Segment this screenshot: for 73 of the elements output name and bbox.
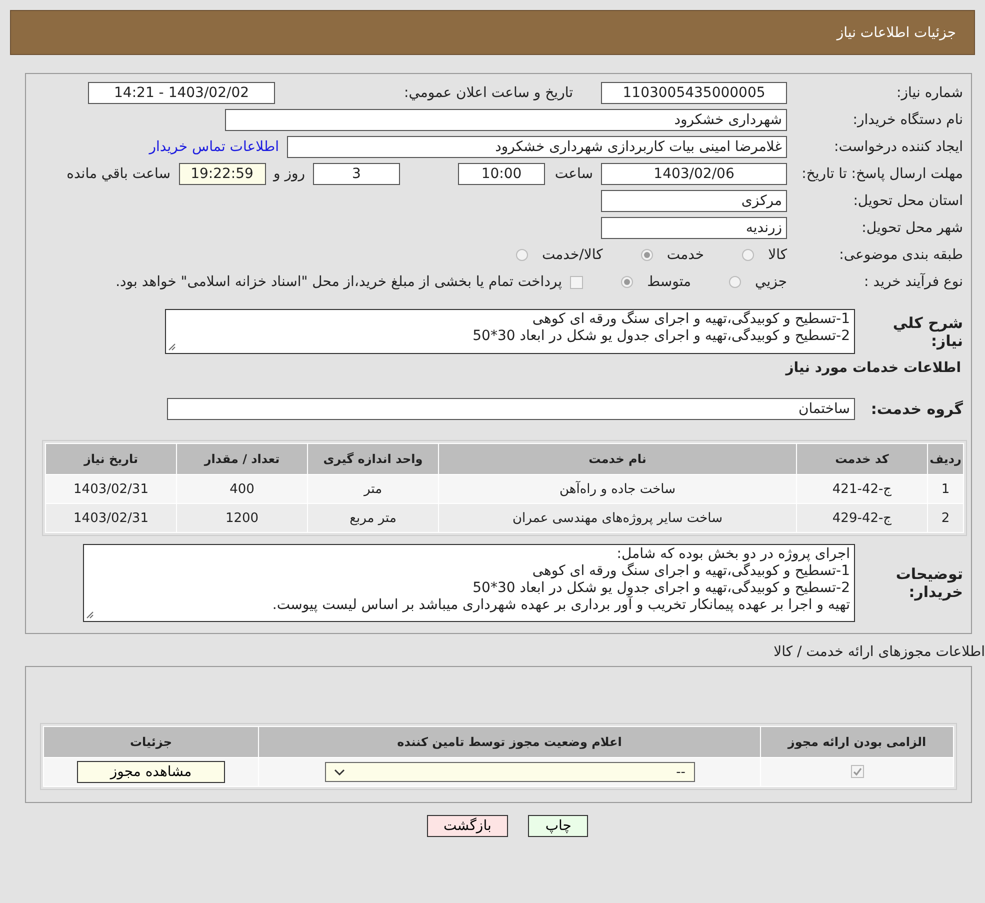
field-label: شرح کلي نياز: bbox=[892, 314, 964, 350]
radio-button[interactable] bbox=[516, 249, 528, 261]
table-cell: 1 bbox=[928, 474, 964, 504]
field-label: ایجاد کننده درخواست: bbox=[833, 139, 964, 155]
radio-button[interactable] bbox=[729, 276, 742, 288]
city-field: زرندیه bbox=[601, 217, 787, 239]
radio-label: کالا bbox=[768, 247, 787, 263]
field-label: گروه خدمت: bbox=[870, 400, 964, 418]
column-header: تعداد / مقدار bbox=[176, 444, 308, 474]
field-label: استان محل تحویل: bbox=[852, 193, 964, 209]
table-cell: متر مربع bbox=[308, 504, 438, 532]
remaining-time-field: 19:22:59 bbox=[178, 163, 266, 185]
field-label: تاریخ و ساعت اعلان عمومي: bbox=[403, 85, 573, 101]
field-label: نام دستگاه خریدار: bbox=[852, 112, 964, 128]
field-label: توضیحات خریدار: bbox=[894, 565, 964, 601]
checkbox-label: پرداخت تمام یا بخشی از مبلغ خرید،از محل "اسناد خزانه اسلامی" خواهد بود. bbox=[116, 274, 562, 290]
service-group-field: ساختمان bbox=[167, 398, 855, 420]
days-field: 3 bbox=[313, 163, 400, 185]
field-label: شماره نیاز: bbox=[896, 85, 964, 101]
view-permit-button[interactable]: مشاهده مجوز bbox=[77, 761, 225, 783]
radio-label: جزیي bbox=[755, 274, 787, 290]
field-label: مهلت ارسال پاسخ: تا تاریخ: bbox=[800, 166, 964, 182]
field-label: ساعت bbox=[554, 166, 593, 182]
table-cell: 400 bbox=[176, 474, 308, 504]
column-header: کد خدمت bbox=[796, 444, 928, 474]
deadline-time-field: 10:00 bbox=[458, 163, 545, 185]
requester-field: غلامرضا امینی بیات کاربردازی شهرداری خشکرود bbox=[287, 136, 787, 158]
radio-button[interactable] bbox=[621, 276, 634, 288]
resize-handle-icon[interactable] bbox=[168, 343, 176, 351]
table-cell: ساخت سایر پروژه‌های مهندسی عمران bbox=[438, 504, 796, 532]
print-button[interactable]: چاپ bbox=[528, 815, 588, 837]
table-cell: 1200 bbox=[176, 504, 308, 532]
status-dropdown[interactable]: -- bbox=[324, 762, 694, 782]
page-title: جزئیات اطلاعات نیاز bbox=[836, 24, 956, 40]
column-header: تاریخ نیاز bbox=[46, 444, 176, 474]
radio-button[interactable] bbox=[640, 249, 653, 261]
province-field: مرکزی bbox=[601, 190, 787, 212]
table-cell: ج-42-421 bbox=[796, 474, 928, 504]
column-header: نام خدمت bbox=[438, 444, 796, 474]
section-title: اطلاعات مجوزهای ارائه خدمت / کالا bbox=[772, 644, 985, 660]
need-number-field: 1103005435000005 bbox=[601, 82, 787, 104]
checkbox[interactable] bbox=[850, 764, 864, 778]
table-cell: 1403/02/31 bbox=[46, 474, 176, 504]
radio-label: متوسط bbox=[647, 274, 692, 290]
contact-link[interactable]: اطلاعات تماس خریدار bbox=[149, 139, 279, 155]
checkbox[interactable] bbox=[570, 276, 584, 288]
field-label: روز و bbox=[274, 166, 305, 182]
announce-date-field: 1403/02/02 - 14:21 bbox=[88, 82, 275, 104]
back-button[interactable]: بازگشت bbox=[426, 815, 508, 837]
section-title: اطلاعات خدمات مورد نیاز bbox=[784, 360, 962, 376]
table-cell: 1403/02/31 bbox=[46, 504, 176, 532]
column-header: واحد اندازه گیری bbox=[308, 444, 438, 474]
column-header: الزامی بودن ارائه مجوز bbox=[760, 726, 954, 758]
radio-label: خدمت bbox=[666, 247, 704, 263]
field-label: طبقه بندی موضوعی: bbox=[838, 247, 964, 263]
radio-button[interactable] bbox=[742, 249, 754, 261]
table-cell: متر bbox=[308, 474, 438, 504]
radio-label: کالا/خدمت bbox=[542, 247, 603, 263]
buyer-notes-field[interactable]: اجرای پروژه در دو بخش بوده که شامل: 1-تسطیح و کوبیدگی،تهیه و اجرای سنگ ورقه ای کوهی 2-تسطیح و کوبیدگی،تهیه و اجرای جدول یو شکل در ابعاد 30*50 تهیه و اجرا بر عهده پیمانکار تخریب و آور برداری بر عهده شهرداری میباشد بر اساس لیست پیوست. bbox=[83, 544, 855, 622]
column-header: اعلام وضعیت مجوز توسط تامین کننده bbox=[258, 726, 760, 758]
table-cell: 2 bbox=[928, 504, 964, 532]
description-field[interactable]: 1-تسطیح و کوبیدگی،تهیه و اجرای سنگ ورقه ای کوهی 2-تسطیح و کوبیدگی،تهیه و اجرای جدول یو شکل در ابعاد 30*50 bbox=[165, 309, 855, 354]
table-cell: ساخت جاده و راه‌آهن bbox=[438, 474, 796, 504]
field-label: نوع فرآیند خرید : bbox=[863, 274, 964, 290]
resize-handle-icon[interactable] bbox=[86, 611, 94, 619]
chevron-down-icon bbox=[334, 768, 344, 776]
column-header: ردیف bbox=[928, 444, 964, 474]
field-label: ساعت باقي مانده bbox=[66, 166, 170, 182]
deadline-date-field: 1403/02/06 bbox=[601, 163, 787, 185]
table-cell: ج-42-429 bbox=[796, 504, 928, 532]
column-header: جزئیات bbox=[44, 726, 258, 758]
buyer-org-field: شهرداری خشکرود bbox=[225, 109, 787, 131]
field-label: شهر محل تحویل: bbox=[860, 220, 964, 236]
